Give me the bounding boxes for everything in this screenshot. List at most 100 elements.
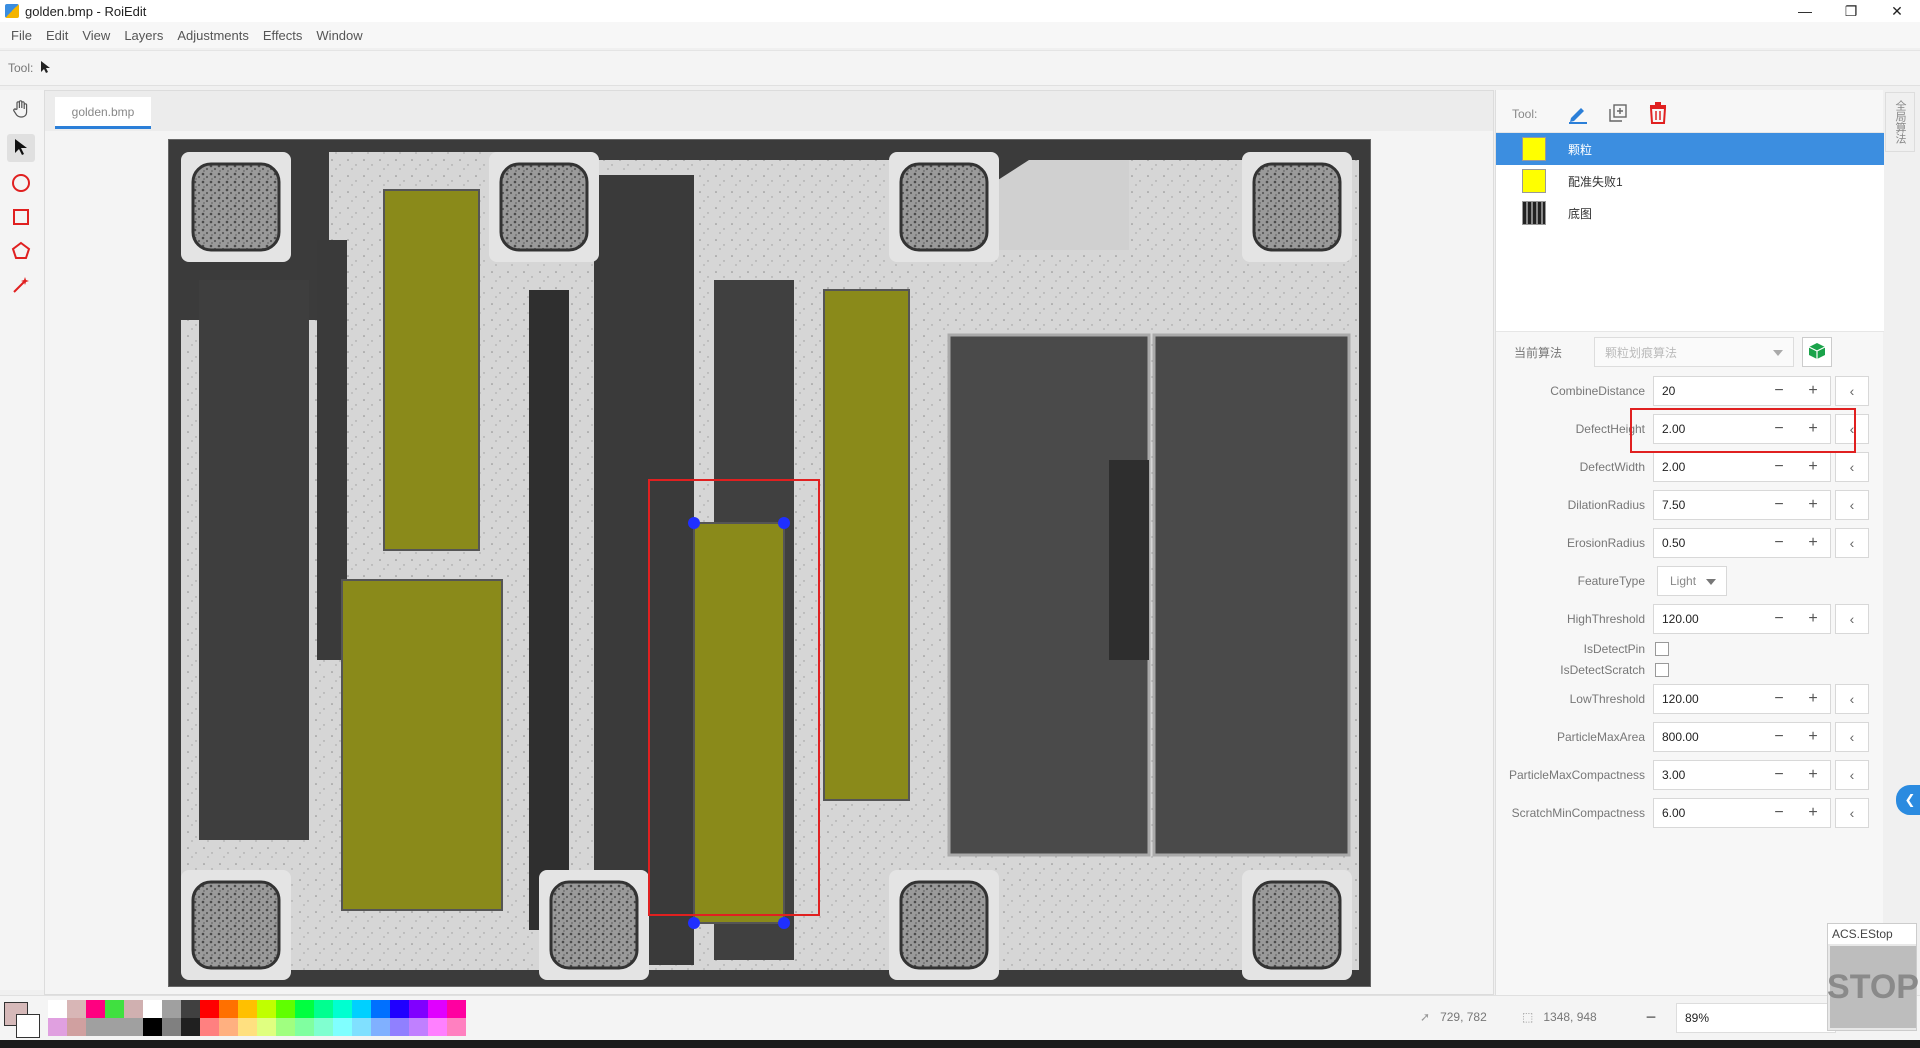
param-input[interactable]: 3.00 − + <box>1653 760 1831 790</box>
collapse-panel-button[interactable]: ❮ <box>1896 785 1920 815</box>
palette-swatch[interactable] <box>276 1018 295 1036</box>
menu-effects[interactable]: Effects <box>256 28 310 43</box>
palette-swatch[interactable] <box>295 1018 314 1036</box>
palette-swatch[interactable] <box>314 1000 333 1018</box>
palette-swatch[interactable] <box>200 1018 219 1036</box>
palette-swatch[interactable] <box>352 1018 371 1036</box>
palette-swatch[interactable] <box>409 1018 428 1036</box>
param-input[interactable]: 7.50 − + <box>1653 490 1831 520</box>
reset-param-button[interactable]: ‹ <box>1835 722 1869 752</box>
palette-swatch[interactable] <box>105 1000 124 1018</box>
increment-button[interactable]: + <box>1796 799 1830 827</box>
param-value[interactable]: 800.00 <box>1654 730 1762 744</box>
palette-swatch[interactable] <box>238 1018 257 1036</box>
palette-swatch[interactable] <box>276 1000 295 1018</box>
palette-swatch[interactable] <box>257 1018 276 1036</box>
decrement-button[interactable]: − <box>1762 799 1796 827</box>
palette-swatch[interactable] <box>48 1018 67 1036</box>
delete-layer-button[interactable] <box>1644 100 1672 128</box>
reset-param-button[interactable]: ‹ <box>1835 528 1869 558</box>
palette-swatch[interactable] <box>67 1000 86 1018</box>
increment-button[interactable]: + <box>1796 453 1830 481</box>
layer-item[interactable]: 颗粒 <box>1496 133 1884 165</box>
palette-swatch[interactable] <box>333 1000 352 1018</box>
decrement-button[interactable]: − <box>1762 415 1796 443</box>
palette-swatch[interactable] <box>428 1000 447 1018</box>
decrement-button[interactable]: − <box>1762 761 1796 789</box>
ellipse-tool-button[interactable] <box>7 170 35 198</box>
increment-button[interactable]: + <box>1796 491 1830 519</box>
decrement-button[interactable]: − <box>1762 685 1796 713</box>
is-detect-scratch-checkbox[interactable] <box>1655 662 1669 677</box>
palette-swatch[interactable] <box>447 1000 466 1018</box>
palette-swatch[interactable] <box>447 1018 466 1036</box>
reset-param-button[interactable]: ‹ <box>1835 604 1869 634</box>
decrement-button[interactable]: − <box>1762 377 1796 405</box>
secondary-color[interactable] <box>16 1014 40 1038</box>
menu-adjustments[interactable]: Adjustments <box>170 28 256 43</box>
param-input[interactable]: 6.00 − + <box>1653 798 1831 828</box>
palette-swatch[interactable] <box>162 1000 181 1018</box>
canvas-viewport[interactable] <box>45 131 1493 994</box>
palette-swatch[interactable] <box>333 1018 352 1036</box>
palette-swatch[interactable] <box>257 1000 276 1018</box>
add-layer-button[interactable] <box>1604 100 1632 128</box>
palette-swatch[interactable] <box>143 1018 162 1036</box>
reset-param-button[interactable]: ‹ <box>1835 760 1869 790</box>
param-value[interactable]: 2.00 <box>1654 460 1762 474</box>
color-palette[interactable] <box>48 1000 466 1036</box>
palette-swatch[interactable] <box>238 1000 257 1018</box>
polygon-tool-button[interactable] <box>7 238 35 266</box>
palette-swatch[interactable] <box>390 1018 409 1036</box>
decrement-button[interactable]: − <box>1762 723 1796 751</box>
layer-item[interactable]: 配准失败1 <box>1496 165 1884 197</box>
palette-swatch[interactable] <box>371 1018 390 1036</box>
palette-swatch[interactable] <box>409 1000 428 1018</box>
palette-swatch[interactable] <box>67 1018 86 1036</box>
increment-button[interactable]: + <box>1796 529 1830 557</box>
param-input[interactable]: 0.50 − + <box>1653 528 1831 558</box>
palette-swatch[interactable] <box>124 1018 143 1036</box>
image-canvas[interactable] <box>168 139 1371 987</box>
menu-edit[interactable]: Edit <box>39 28 75 43</box>
stop-button[interactable]: STOP <box>1827 946 1919 1028</box>
reset-param-button[interactable]: ‹ <box>1835 490 1869 520</box>
decrement-button[interactable]: − <box>1762 605 1796 633</box>
param-value[interactable]: 6.00 <box>1654 806 1762 820</box>
palette-swatch[interactable] <box>162 1018 181 1036</box>
palette-swatch[interactable] <box>352 1000 371 1018</box>
pointer-icon[interactable] <box>39 60 53 77</box>
restore-button[interactable]: ❐ <box>1828 0 1874 22</box>
param-value[interactable]: 120.00 <box>1654 692 1762 706</box>
zoom-out-button[interactable]: − <box>1640 1006 1662 1028</box>
reset-param-button[interactable]: ‹ <box>1835 798 1869 828</box>
is-detect-pin-checkbox[interactable] <box>1655 641 1669 656</box>
algorithm-select[interactable]: 颗粒划痕算法 <box>1594 337 1794 367</box>
palette-swatch[interactable] <box>143 1000 162 1018</box>
palette-swatch[interactable] <box>371 1000 390 1018</box>
param-input[interactable]: 800.00 − + <box>1653 722 1831 752</box>
palette-swatch[interactable] <box>200 1000 219 1018</box>
select-tool-button[interactable] <box>7 134 35 162</box>
increment-button[interactable]: + <box>1796 377 1830 405</box>
param-input[interactable]: 2.00 − + <box>1653 414 1831 444</box>
palette-swatch[interactable] <box>48 1000 67 1018</box>
decrement-button[interactable]: − <box>1762 491 1796 519</box>
minimize-button[interactable]: — <box>1782 0 1828 22</box>
global-algorithm-tab[interactable]: 全局算法 <box>1885 92 1915 152</box>
menu-window[interactable]: Window <box>309 28 369 43</box>
param-value[interactable]: 0.50 <box>1654 536 1762 550</box>
menu-file[interactable]: File <box>4 28 39 43</box>
zoom-input[interactable]: 89% <box>1676 1003 1836 1033</box>
document-tab[interactable]: golden.bmp <box>55 97 151 129</box>
param-value[interactable]: 2.00 <box>1654 422 1762 436</box>
increment-button[interactable]: + <box>1796 685 1830 713</box>
palette-swatch[interactable] <box>86 1018 105 1036</box>
reset-param-button[interactable]: ‹ <box>1835 376 1869 406</box>
palette-swatch[interactable] <box>390 1000 409 1018</box>
param-value[interactable]: 20 <box>1654 384 1762 398</box>
feature-type-select[interactable]: Light <box>1657 566 1727 596</box>
increment-button[interactable]: + <box>1796 761 1830 789</box>
param-input[interactable]: 20 − + <box>1653 376 1831 406</box>
palette-swatch[interactable] <box>86 1000 105 1018</box>
